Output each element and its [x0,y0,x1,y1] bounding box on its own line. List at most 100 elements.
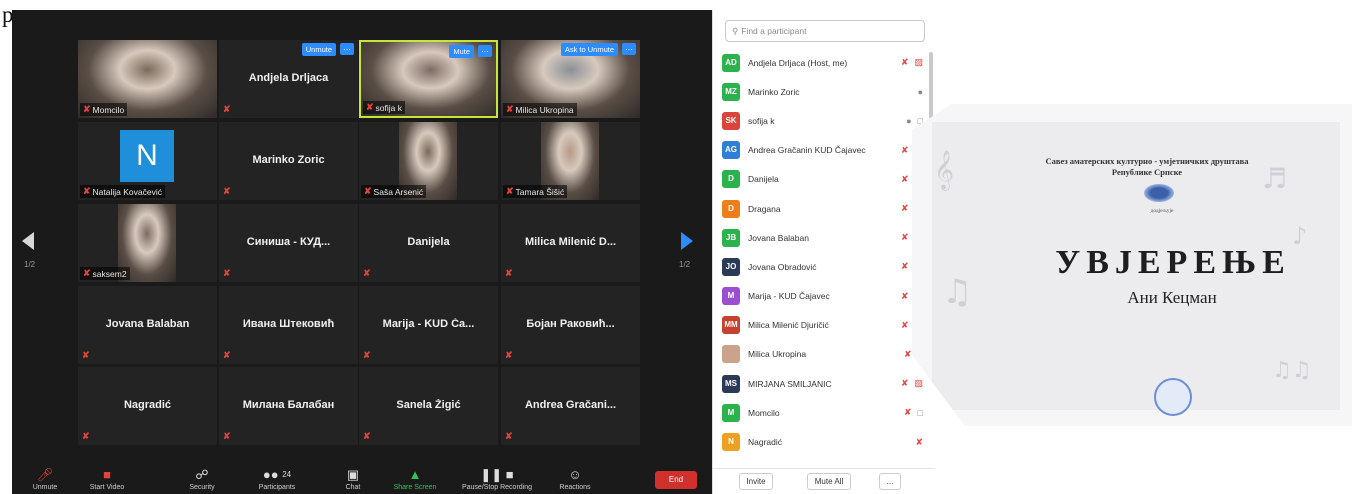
tile-more-icon[interactable]: … [622,43,636,55]
muted-mic-icon[interactable]: ✘ [901,203,909,214]
participant-name: Nagradić [748,437,783,448]
video-tile[interactable]: ✘ sofija k Mute… [359,40,498,118]
tile-ask-to-unmute-button[interactable]: Ask to Unmute [560,43,618,56]
participant-row[interactable]: AD Andjela Drljaca (Host, me) ✘ ▨ [713,48,935,77]
muted-mic-icon: ✘ [506,186,514,196]
mute-all-button[interactable]: Mute All [807,473,851,490]
participants-icon: ●● 24 [262,467,292,482]
video-tile[interactable]: Nagradić ✘ [78,367,217,445]
more-options-button[interactable]: ... [879,473,901,490]
muted-mic-icon[interactable]: ✘ [901,57,909,68]
muted-mic-icon: ✘ [366,102,374,112]
video-tile[interactable]: ✘ Saša Arsenić [359,122,498,200]
invite-button[interactable]: Invite [739,473,773,490]
participant-row[interactable]: MMarija - KUD Čajavec✘▨ [713,282,935,311]
participant-name: Sanela Žigić [396,399,461,411]
participant-name: Momcilo [92,104,125,115]
video-off-icon[interactable]: ▨ [914,57,923,68]
muted-mic-icon: ✘ [364,186,372,196]
end-meeting-button[interactable]: End [655,471,697,489]
shield-icon: ☍ [195,467,209,482]
participant-avatar: JB [722,228,740,247]
next-page-arrow-icon[interactable] [681,232,693,250]
muted-mic-icon[interactable]: ✘ [901,261,909,272]
tile-mute-button[interactable]: Mute [449,45,474,58]
muted-mic-icon[interactable]: ✘ [904,407,912,418]
start-video-button[interactable]: ■ Start Video [82,467,132,491]
participant-name-label: ✘ Momcilo [80,103,128,116]
participant-row[interactable]: MMMilica Milenić Djuričić✘▨ [713,311,935,340]
participant-name: Marija - KUD Ča... [382,318,475,330]
video-tile[interactable]: Andrea Gračani... ✘ [501,367,640,445]
organization-emblem-icon [1144,184,1174,202]
muted-mic-icon[interactable]: ✘ [901,145,909,156]
security-button[interactable]: ☍ Security [182,467,222,491]
video-tile[interactable]: Milica Milenić D... ✘ [501,204,640,282]
participant-row[interactable]: JOJovana Obradović✘▨ [713,252,935,281]
participants-count: 24 [282,470,292,479]
mic-icon[interactable]: ● [906,116,911,126]
participant-name: saksem2 [92,268,127,279]
page-indicator-right: 1/2 [679,260,691,269]
participant-row[interactable]: M Momcilo ✘ □ [713,398,935,427]
participant-avatar: N [120,130,174,182]
participant-row[interactable]: N Nagradić ✘ [713,427,935,456]
video-tile[interactable]: Andjela Drljaca ✘ Unmute… [219,40,358,118]
pause-stop-recording-button[interactable]: ❚❚ ■ Pause/Stop Recording [452,467,542,491]
tile-unmute-button[interactable]: Unmute [301,43,336,56]
participant-row[interactable]: MZ Marinko Zoric ● [713,77,935,106]
participant-row[interactable]: DDragana✘▨ [713,194,935,223]
music-note-icon: ♫♫ [1272,358,1312,383]
video-tile[interactable]: Бојан Раковић... ✘ [501,286,640,364]
certificate-awards-text: додјељује [1150,208,1174,214]
participant-avatar: D [722,170,740,189]
participants-panel: ⚲ Find a participant AD Andjela Drljaca (… [712,10,935,494]
zoom-meeting-window: 1/2 1/2 ✘ Momcilo Andjela Drljaca ✘ Unmute… ✘… [12,10,712,494]
muted-mic-icon[interactable]: ✘ [915,437,923,448]
video-tile[interactable]: Marija - KUD Ča... ✘ [359,286,498,364]
video-tile[interactable]: N ✘ Natalija Kovačević [78,122,217,200]
previous-page-arrow-icon[interactable] [22,232,34,250]
participant-name: Бојан Раковић... [526,318,615,330]
participant-row[interactable]: Milica Ukropina✘□ [713,340,935,369]
mic-icon[interactable]: ● [918,87,923,97]
participant-row[interactable]: MS MIRJANA SMILJANIC ✘ ▨ [713,369,935,398]
certificate-recipient: Ани Кецман [1127,288,1217,307]
muted-mic-icon: ✘ [223,350,231,360]
participant-row[interactable]: DDanijela✘▨ [713,165,935,194]
video-tile[interactable]: Danijela ✘ [359,204,498,282]
participant-search-input[interactable]: ⚲ Find a participant [725,20,925,42]
video-tile[interactable]: ✘ saksem2 [78,204,217,282]
participant-name: Andrea Gračanin KUD Čajavec [748,145,866,156]
muted-mic-icon[interactable]: ✘ [901,232,909,243]
tile-more-icon[interactable]: … [340,43,354,55]
video-tile[interactable]: ✘ Tamara Šišić [501,122,640,200]
tile-more-icon[interactable]: … [478,45,492,57]
participants-button[interactable]: ●● 24 Participants [252,467,302,491]
chat-button[interactable]: ▣ Chat [338,467,368,491]
video-tile[interactable]: Милана Балабан ✘ [219,367,358,445]
video-tile[interactable]: Marinko Zoric ✘ [219,122,358,200]
participant-row[interactable]: SK sofija k ● □ [713,106,935,135]
reactions-button[interactable]: ☺ Reactions [552,467,598,491]
video-tile[interactable]: Синиша - КУД... ✘ [219,204,358,282]
video-tile[interactable]: ✘ Milica Ukropina Ask to Unmute… [501,40,640,118]
muted-mic-icon[interactable]: ✘ [901,174,909,185]
participant-row[interactable]: AGAndrea Gračanin KUD Čajavec✘▨ [713,136,935,165]
share-screen-button[interactable]: ▲ Share Screen [388,467,442,491]
muted-mic-icon[interactable]: ✘ [901,378,909,389]
muted-mic-icon[interactable]: ✘ [901,320,909,331]
music-note-icon: ♬ [1262,162,1288,195]
video-tile[interactable]: Jovana Balaban ✘ [78,286,217,364]
muted-mic-icon[interactable]: ✘ [904,349,912,360]
muted-mic-icon: ✘ [82,350,90,360]
unmute-button[interactable]: 🎤︎ Unmute [26,467,64,491]
muted-mic-icon[interactable]: ✘ [901,291,909,302]
video-tile[interactable]: Sanela Žigić ✘ [359,367,498,445]
muted-mic-icon: 🎤︎ [36,467,54,482]
video-tile[interactable]: Ивана Штековић ✘ [219,286,358,364]
video-tile[interactable]: ✘ Momcilo [78,40,217,118]
certificate-title: УВЈЕРЕЊЕ [1055,244,1291,281]
certificate-paper: 𝄞 ♫ ♬ ♪ ♫♫ Савез аматерских културно - у… [912,104,1352,426]
participant-row[interactable]: JBJovana Balaban✘▨ [713,223,935,252]
